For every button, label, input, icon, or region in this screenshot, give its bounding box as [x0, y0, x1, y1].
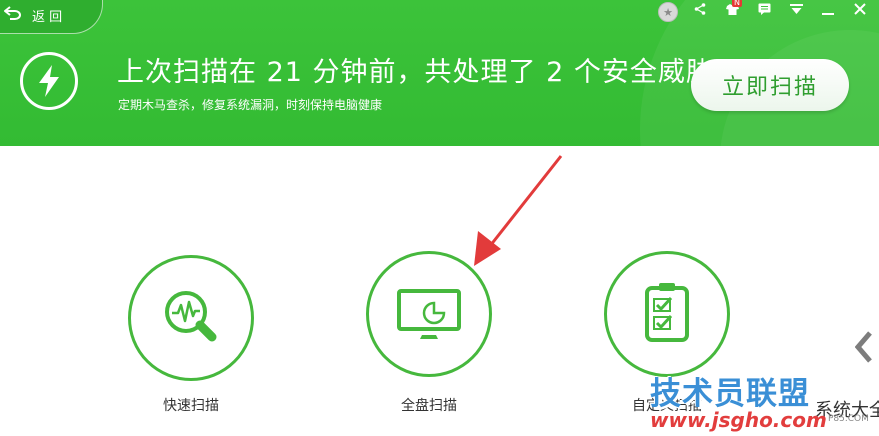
custom-scan-label: 自定义扫描 — [632, 398, 702, 414]
custom-scan-button[interactable] — [604, 251, 730, 377]
lightning-icon — [20, 52, 78, 110]
watermark-subtitle: 系统大全 — [815, 400, 879, 421]
message-button[interactable] — [753, 0, 775, 18]
full-scan-icon — [397, 289, 461, 339]
header-banner: 返 回 ★ N 上次扫描在 21 分钟前，共处理了 2 个安全威胁 定期木马查杀… — [0, 0, 879, 146]
quick-scan-icon — [165, 291, 217, 342]
scan-now-button[interactable]: 立即扫描 — [691, 59, 849, 111]
window-controls: ★ N — [657, 0, 871, 22]
medal-button[interactable]: ★ — [657, 0, 679, 22]
skin-button[interactable]: N — [721, 0, 743, 18]
custom-scan-icon — [645, 283, 689, 342]
close-icon — [854, 3, 866, 15]
back-button[interactable]: 返 回 — [4, 5, 62, 25]
notification-badge: N — [732, 0, 742, 7]
full-scan-label: 全盘扫描 — [401, 398, 457, 414]
menu-button[interactable] — [785, 0, 807, 18]
scan-status-title: 上次扫描在 21 分钟前，共处理了 2 个安全威胁 — [117, 57, 714, 88]
message-icon — [758, 3, 770, 15]
close-button[interactable] — [849, 0, 871, 18]
scan-status-subtitle: 定期木马查杀，修复系统漏洞，时刻保持电脑健康 — [118, 98, 383, 112]
quick-scan-label: 快速扫描 — [163, 398, 219, 414]
menu-dropdown-icon — [789, 3, 803, 14]
share-icon — [694, 3, 706, 15]
chevron-left-icon — [854, 331, 872, 363]
minimize-button[interactable] — [817, 0, 839, 18]
back-label: 返 回 — [32, 9, 63, 25]
full-scan-button[interactable] — [366, 251, 492, 377]
medal-icon: ★ — [658, 2, 678, 22]
minimize-icon — [822, 13, 834, 15]
next-page-button[interactable] — [854, 330, 873, 368]
share-button[interactable] — [689, 0, 711, 18]
quick-scan-button[interactable] — [128, 255, 254, 381]
back-arrow-icon — [4, 6, 32, 24]
watermark-small-text: P85.COM — [828, 414, 869, 424]
